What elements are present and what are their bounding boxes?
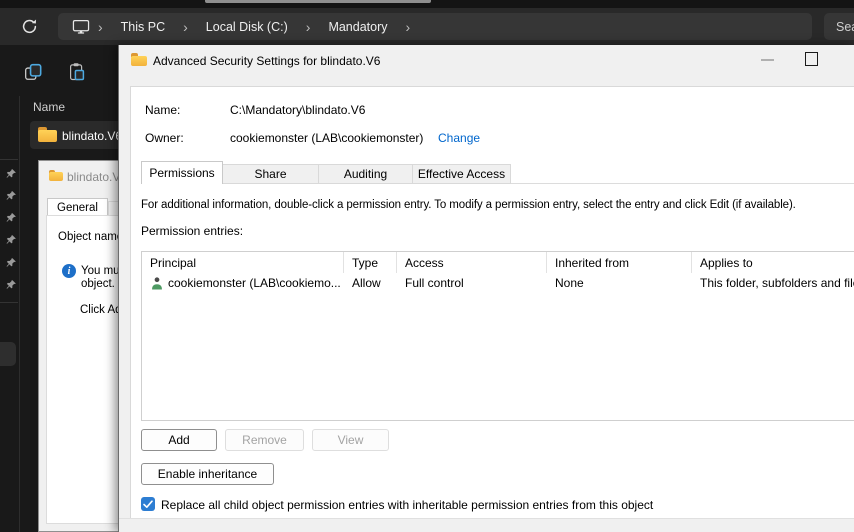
explorer-tab-edge (205, 0, 431, 3)
cell-inherited-from: None (555, 276, 584, 290)
tab-permissions[interactable]: Permissions (141, 161, 223, 184)
replace-child-permissions-checkbox[interactable] (141, 497, 155, 511)
add-button[interactable]: Add (141, 429, 217, 451)
pin-icon (6, 191, 16, 200)
tab-auditing[interactable]: Auditing (319, 164, 413, 184)
remove-button[interactable]: Remove (225, 429, 304, 451)
folder-icon (49, 170, 63, 181)
enable-inheritance-button[interactable]: Enable inheritance (141, 463, 274, 485)
info-text-line3: Click Ad (80, 304, 122, 316)
column-header-applies-to[interactable]: Applies to (692, 252, 854, 273)
dialog-title: Advanced Security Settings for blindato.… (153, 54, 381, 68)
table-row[interactable]: cookiemonster (LAB\cookiemo... Allow Ful… (142, 273, 854, 293)
chevron-right-icon[interactable]: › (298, 20, 319, 34)
copy-icon[interactable] (24, 63, 43, 82)
nav-selected-item[interactable] (0, 342, 16, 366)
info-text-line2: object. (81, 278, 115, 290)
breadcrumb-local-disk-c[interactable]: Local Disk (C:) (196, 20, 298, 34)
advanced-security-dialog: Advanced Security Settings for blindato.… (118, 45, 854, 532)
chevron-right-icon[interactable]: › (175, 20, 196, 34)
tab-effective-access[interactable]: Effective Access (413, 164, 511, 184)
name-label: Name: (145, 103, 181, 117)
pin-icon (6, 235, 16, 244)
replace-child-permissions-label[interactable]: Replace all child object permission entr… (161, 498, 653, 512)
breadcrumb-this-pc[interactable]: This PC (111, 20, 175, 34)
address-bar[interactable]: › This PC › Local Disk (C:) › Mandatory … (58, 13, 812, 40)
object-name-label: Object name (58, 231, 124, 243)
nav-pane-divider (19, 96, 20, 532)
name-value: C:\Mandatory\blindato.V6 (230, 103, 366, 117)
permission-entries-label: Permission entries: (141, 224, 244, 238)
user-icon (152, 277, 162, 290)
chevron-right-icon[interactable]: › (398, 20, 419, 34)
chevron-right-icon: › (98, 18, 103, 35)
cell-applies-to: This folder, subfolders and files (700, 276, 854, 290)
cell-access: Full control (405, 276, 464, 290)
pin-icon (6, 169, 16, 178)
screen: › This PC › Local Disk (C:) › Mandatory … (0, 0, 854, 532)
change-owner-link[interactable]: Change (438, 131, 480, 145)
properties-dialog-title: blindato.V (67, 170, 121, 184)
name-column-header[interactable]: Name (33, 100, 65, 114)
column-header-inherited-from[interactable]: Inherited from (547, 252, 692, 273)
column-header-principal[interactable]: Principal (142, 252, 344, 273)
security-tabs: Permissions Share Auditing Effective Acc… (141, 161, 854, 184)
pin-icon (6, 213, 16, 222)
folder-icon (38, 127, 57, 142)
search-box-text: Sea (836, 19, 854, 34)
column-header-type[interactable]: Type (344, 252, 397, 273)
owner-label: Owner: (145, 131, 184, 145)
tab-share[interactable]: Share (223, 164, 319, 184)
pin-icon (6, 280, 16, 289)
nav-section-divider (0, 302, 18, 303)
cell-type: Allow (352, 276, 381, 290)
breadcrumb-mandatory[interactable]: Mandatory (318, 20, 397, 34)
nav-section-divider (0, 159, 18, 160)
permissions-description: For additional information, double-click… (141, 199, 796, 211)
column-header-access[interactable]: Access (397, 252, 547, 273)
refresh-icon[interactable] (20, 17, 39, 36)
tab-general[interactable]: General (47, 198, 108, 216)
check-icon (143, 499, 153, 508)
folder-icon (131, 53, 147, 66)
owner-value: cookiemonster (LAB\cookiemonster) (230, 131, 424, 145)
view-button[interactable]: View (312, 429, 389, 451)
pin-icon (6, 258, 16, 267)
file-name-label[interactable]: blindato.V6 (62, 129, 122, 143)
info-icon: i (62, 264, 76, 278)
paste-icon[interactable] (68, 62, 86, 82)
permission-entries-table[interactable]: Principal Type Access Inherited from App… (141, 251, 854, 421)
maximize-button[interactable] (805, 52, 818, 66)
minimize-button[interactable] (761, 59, 774, 61)
dialog-footer (119, 518, 854, 532)
search-box[interactable]: Sea (824, 13, 854, 40)
this-pc-icon (72, 19, 90, 34)
cell-principal: cookiemonster (LAB\cookiemo... (168, 276, 341, 290)
dialog-content-panel: Name: C:\Mandatory\blindato.V6 Owner: co… (130, 86, 854, 519)
table-header-row: Principal Type Access Inherited from App… (142, 252, 854, 273)
